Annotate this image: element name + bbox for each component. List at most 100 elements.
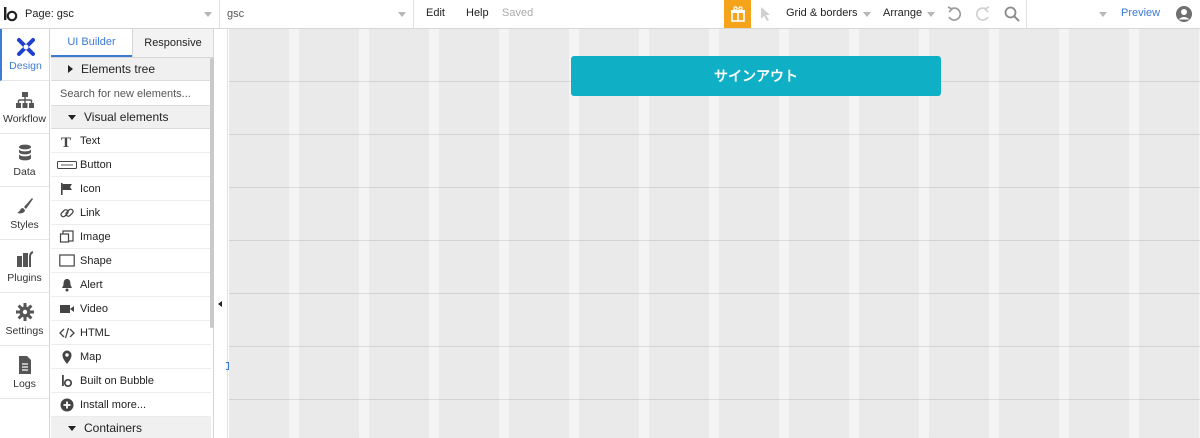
visual-elements-header[interactable]: Visual elements [51,106,211,129]
account-icon[interactable] [1175,5,1193,23]
nav-logs[interactable]: Logs [0,347,49,399]
element-icon[interactable]: Icon [51,177,211,201]
caret-right-icon [68,65,73,73]
element-link-label: Link [80,206,101,219]
image-icon [56,229,77,245]
gift-icon [730,6,745,22]
svg-text:T: T [61,135,71,149]
element-alert-label: Alert [80,278,103,291]
element-install-more-label: Install more... [80,398,147,411]
element-install-more[interactable]: Install more... [51,393,211,417]
plus-circle-icon [56,397,77,413]
document-icon [18,356,31,374]
element-link[interactable]: Link [51,201,211,225]
elements-tree-header[interactable]: Elements tree [51,58,211,81]
nav-settings-label: Settings [5,325,44,337]
element-html-label: HTML [80,326,110,339]
element-image-label: Image [80,230,111,243]
video-icon [56,301,77,317]
panel-tabs: UI Builder Responsive [51,29,213,58]
map-pin-icon [56,349,77,365]
element-video-label: Video [80,302,108,315]
element-html[interactable]: HTML [51,321,211,345]
nav-settings[interactable]: Settings [0,294,49,346]
flag-icon [56,181,77,197]
caret-down-icon [68,114,76,120]
design-icon [16,38,35,56]
chevron-down-icon [398,12,406,17]
bubble-logo-icon [56,373,77,389]
elements-panel: UI Builder Responsive Elements tree Visu… [51,29,214,438]
containers-label: Containers [84,421,143,435]
tab-ui-builder[interactable]: UI Builder [51,29,132,57]
redo-icon[interactable] [974,5,992,23]
nav-design[interactable]: Design [0,29,49,81]
element-selector[interactable]: gsc [221,0,414,28]
chevron-down-icon [927,12,935,17]
brush-icon [16,198,33,214]
element-shape-label: Shape [80,254,112,267]
preview-button[interactable]: Preview [1121,7,1160,19]
top-bar: Page: gsc gsc Edit Help Saved Grid & bor… [0,0,1200,29]
design-canvas[interactable]: サインアウト [229,29,1200,438]
chevron-down-icon [1099,12,1107,17]
element-search-box[interactable] [1026,0,1114,28]
workflow-icon [15,92,34,108]
chevron-down-icon [204,12,212,17]
chevron-down-icon [863,12,871,17]
nav-styles[interactable]: Styles [0,188,49,240]
containers-header[interactable]: Containers [51,417,211,438]
canvas-edge-marker [226,362,229,370]
nav-styles-label: Styles [10,219,39,231]
plugin-icon [16,251,33,267]
undo-icon[interactable] [945,5,963,23]
caret-down-icon [68,425,76,431]
cursor-icon[interactable] [757,5,775,23]
element-button-label: Button [80,158,112,171]
nav-data-label: Data [13,166,36,178]
nav-design-label: Design [9,60,42,72]
element-alert[interactable]: Alert [51,273,211,297]
tab-responsive[interactable]: Responsive [132,29,213,57]
collapse-arrow-icon [218,301,222,307]
nav-plugins-label: Plugins [7,272,42,284]
code-icon [56,325,77,341]
nav-plugins[interactable]: Plugins [0,241,49,293]
button-icon [56,157,77,173]
element-text[interactable]: T Text [51,129,211,153]
element-selector-label: gsc [227,8,245,20]
gift-button[interactable] [724,0,751,28]
page-selector[interactable]: Page: gsc [22,0,220,28]
visual-elements-label: Visual elements [84,110,169,124]
link-icon [56,205,77,221]
element-icon-label: Icon [80,182,101,195]
nav-data[interactable]: Data [0,135,49,187]
element-shape[interactable]: Shape [51,249,211,273]
signout-button[interactable]: サインアウト [571,56,941,96]
bubble-logo-icon[interactable] [2,4,20,24]
elements-tree-label: Elements tree [81,62,156,76]
bell-icon [56,277,77,293]
panel-collapse-handle[interactable] [214,29,228,438]
menu-help[interactable]: Help [466,7,489,19]
arrange-dropdown[interactable]: Arrange [883,7,922,19]
left-nav: Design Workflow Data Styles Plugins Sett… [0,29,50,438]
nav-workflow[interactable]: Workflow [0,82,49,134]
grid-borders-dropdown[interactable]: Grid & borders [786,7,858,19]
nav-workflow-label: Workflow [3,113,46,125]
element-image[interactable]: Image [51,225,211,249]
element-built-on-bubble-label: Built on Bubble [80,374,154,387]
nav-logs-label: Logs [13,378,36,390]
element-button[interactable]: Button [51,153,211,177]
element-video[interactable]: Video [51,297,211,321]
gear-icon [15,303,34,321]
search-elements-input[interactable] [51,82,211,106]
page-selector-label: Page: gsc [25,8,74,20]
element-map[interactable]: Map [51,345,211,369]
element-map-label: Map [80,350,102,363]
shape-icon [56,253,77,269]
menu-edit[interactable]: Edit [426,7,445,19]
element-built-on-bubble[interactable]: Built on Bubble [51,369,211,393]
database-icon [18,144,31,161]
search-icon[interactable] [1003,5,1021,23]
